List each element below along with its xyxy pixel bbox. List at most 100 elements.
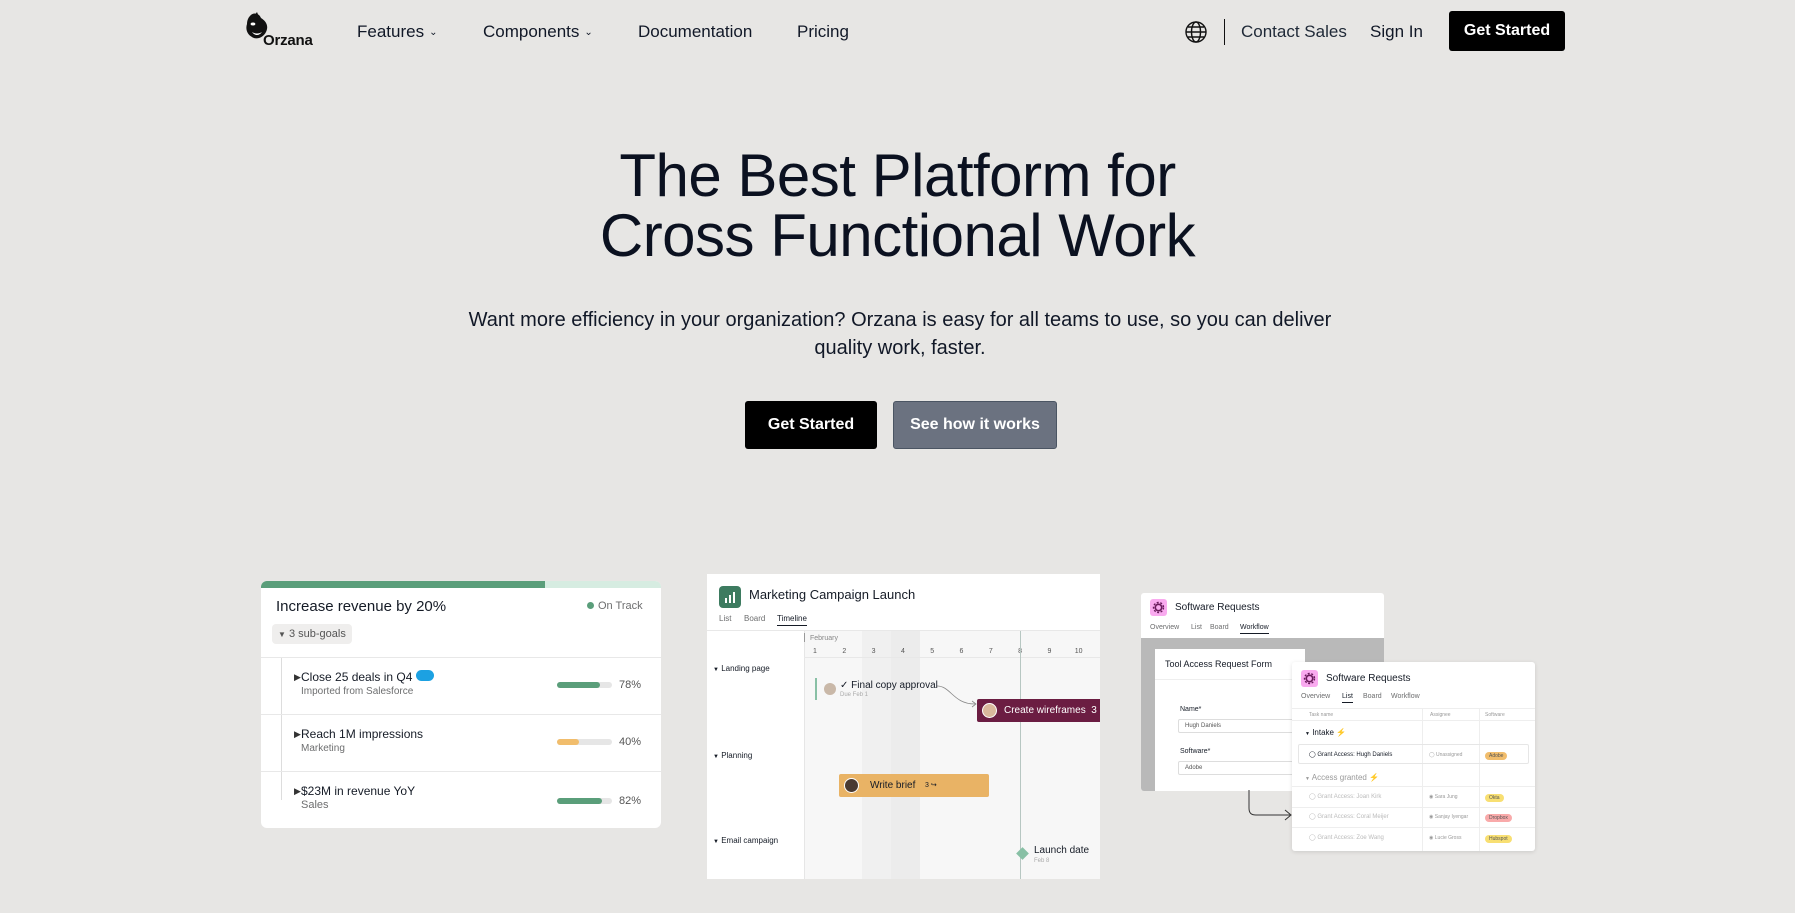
nav-features[interactable]: Features ⌄ — [357, 20, 437, 44]
group-intake[interactable]: ▼ Intake ⚡ — [1305, 728, 1346, 737]
timeline-month: February — [810, 635, 839, 642]
goal-name: $23M in revenue YoY — [301, 784, 416, 798]
goals-card: Increase revenue by 20% On Track ▼ 3 sub… — [261, 581, 661, 828]
hero-title: The Best Platform for Cross Functional W… — [0, 146, 1795, 266]
divider — [1422, 708, 1423, 851]
check-circle-icon[interactable]: ◯ — [1309, 794, 1316, 800]
section-landing-page[interactable]: ▼ Landing page — [713, 664, 770, 673]
software-pill: Hubspot — [1485, 835, 1512, 843]
salesforce-icon — [416, 670, 435, 681]
task-name: ◯ Grant Access: Hugh Daniels — [1309, 751, 1392, 758]
subgoals-toggle[interactable]: ▼ 3 sub-goals — [272, 624, 352, 644]
section-label: Email campaign — [721, 836, 779, 845]
nav-get-started-button[interactable]: Get Started — [1449, 11, 1565, 51]
caret-right-icon[interactable]: ▶ — [294, 786, 301, 797]
divider — [1292, 807, 1535, 808]
subtask-count: 3 — [1091, 705, 1097, 716]
caret-right-icon[interactable]: ▶ — [294, 729, 301, 740]
tab-board[interactable]: Board — [1210, 624, 1229, 631]
see-how-it-works-button[interactable]: See how it works — [893, 401, 1057, 449]
timeline-card: Marketing Campaign Launch List Board Tim… — [707, 574, 1100, 879]
nav-documentation[interactable]: Documentation — [638, 20, 752, 44]
tab-overview[interactable]: Overview — [1301, 693, 1330, 700]
task-create-wireframes[interactable]: Create wireframes 3 — [977, 699, 1100, 722]
hero-subtitle-line1: Want more efficiency in your organizatio… — [468, 309, 1332, 331]
goal-row[interactable]: ▶ Reach 1M impressions Marketing 40% — [261, 714, 661, 771]
task-name-text: Create wireframes — [1004, 705, 1086, 716]
goal-progress-bar — [557, 798, 612, 804]
goal-progress-fill — [557, 739, 579, 745]
orzana-logo[interactable]: Orzana — [242, 10, 314, 52]
check-circle-icon[interactable]: ◯ — [1309, 814, 1316, 820]
request-form: Tool Access Request Form Name* Hugh Dani… — [1155, 649, 1305, 791]
task-name-text: Grant Access: Hugh Daniels — [1317, 752, 1393, 758]
hero-title-line2: Cross Functional Work — [599, 202, 1196, 269]
software-pill: Adobe — [1485, 752, 1508, 760]
nav-components[interactable]: Components ⌄ — [483, 20, 593, 44]
globe-icon[interactable] — [1184, 20, 1208, 44]
task-name: ◯ Grant Access: Joan Kirk — [1309, 793, 1381, 800]
tab-workflow[interactable]: Workflow — [1391, 693, 1420, 700]
goal-row[interactable]: ▶ Close 25 deals in Q4 Imported from Sal… — [261, 657, 661, 714]
column-header: Software — [1485, 712, 1505, 718]
divider — [804, 633, 805, 642]
project-chart-icon — [719, 586, 741, 608]
project-title: Marketing Campaign Launch — [749, 587, 916, 602]
tab-board[interactable]: Board — [744, 614, 765, 623]
grid-column — [891, 631, 920, 879]
avatar: ◯ — [1429, 752, 1435, 758]
check-circle-icon[interactable]: ◯ — [1309, 835, 1316, 841]
goal-title: Increase revenue by 20% — [276, 598, 447, 615]
nav-pricing[interactable]: Pricing — [797, 20, 849, 44]
timeline-day-label: 4 — [900, 648, 905, 655]
group-access-granted[interactable]: ▼ Access granted ⚡ — [1305, 773, 1379, 782]
caret-down-icon: ▼ — [278, 630, 286, 639]
tab-board[interactable]: Board — [1363, 693, 1382, 700]
software-field-label: Software* — [1180, 748, 1211, 755]
contact-sales-link[interactable]: Contact Sales — [1241, 20, 1347, 44]
sign-in-link[interactable]: Sign In — [1370, 20, 1423, 44]
name-field[interactable]: Hugh Daniels — [1178, 719, 1305, 733]
caret-down-icon: ▼ — [1305, 776, 1310, 782]
status-dot-icon — [587, 602, 594, 609]
divider — [1292, 786, 1535, 787]
tab-list[interactable]: List — [1191, 624, 1202, 631]
nav-divider — [1224, 19, 1225, 45]
check-circle-icon[interactable]: ◯ — [1309, 752, 1316, 758]
divider — [1155, 679, 1305, 680]
goal-name: Reach 1M impressions — [301, 727, 424, 741]
timeline-day-label: 7 — [988, 648, 993, 655]
hero-subtitle-line2: quality work, faster. — [814, 337, 986, 359]
chevron-down-icon: ⌄ — [584, 27, 593, 38]
caret-down-icon: ▼ — [1305, 731, 1310, 737]
tab-workflow[interactable]: Workflow — [1240, 624, 1269, 634]
tab-list[interactable]: List — [719, 614, 731, 623]
divider — [804, 631, 805, 879]
goal-progress-fill — [557, 798, 603, 804]
tab-timeline[interactable]: Timeline — [777, 614, 807, 626]
top-nav: Orzana Features ⌄ Components ⌄ Documentati… — [0, 0, 1795, 64]
goal-percent: 78% — [619, 679, 642, 691]
goal-subtitle: Imported from Salesforce — [301, 686, 414, 697]
avatar — [982, 703, 997, 718]
goal-row[interactable]: ▶ $23M in revenue YoY Sales 82% — [261, 771, 661, 828]
hero-get-started-button[interactable]: Get Started — [745, 401, 877, 449]
lightning-icon: ⚡ — [1336, 728, 1347, 737]
tab-overview[interactable]: Overview — [1150, 624, 1179, 631]
group-label: Intake — [1312, 728, 1334, 737]
goal-percent: 40% — [619, 736, 642, 748]
task-write-brief[interactable]: Write brief 3 ↪ — [839, 774, 989, 797]
assignee-name: Sanjay Iyengar — [1434, 814, 1469, 820]
requests-title: Software Requests — [1175, 602, 1260, 613]
task-marker — [815, 678, 817, 700]
milestone-name: Launch date — [1034, 845, 1090, 856]
grid-column — [804, 631, 862, 879]
section-label: Landing page — [721, 664, 770, 673]
goal-progress-fill — [261, 581, 545, 588]
caret-down-icon: ▼ — [713, 754, 719, 760]
software-field[interactable]: Adobe — [1178, 761, 1305, 775]
caret-right-icon[interactable]: ▶ — [294, 672, 301, 683]
section-planning[interactable]: ▼ Planning — [713, 751, 752, 760]
tab-list[interactable]: List — [1342, 693, 1353, 703]
section-email-campaign[interactable]: ▼ Email campaign — [713, 836, 778, 845]
